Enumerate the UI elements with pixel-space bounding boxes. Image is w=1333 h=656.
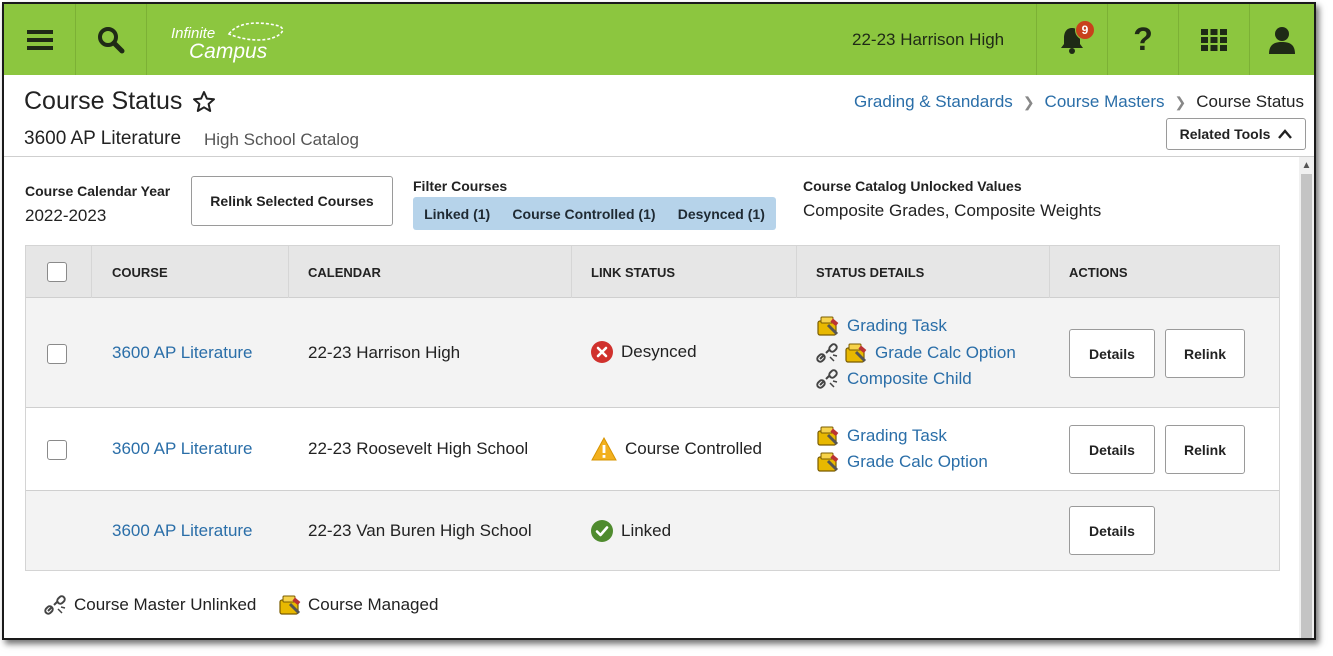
select-all-checkbox[interactable] <box>47 262 67 282</box>
logo-line2: Campus <box>189 40 268 63</box>
grade-calc-option-link[interactable]: Grade Calc Option <box>847 452 988 472</box>
table-row: 3600 AP Literature 22-23 Harrison High D… <box>26 298 1279 408</box>
legend-course-managed: Course Managed <box>278 594 438 616</box>
unlocked-values: Composite Grades, Composite Weights <box>803 201 1102 220</box>
filter-courses-label: Filter Courses <box>413 178 508 194</box>
user-icon <box>1269 26 1295 54</box>
breadcrumb-grading-standards[interactable]: Grading & Standards <box>854 92 1013 112</box>
scroll-up-arrow-icon[interactable]: ▲ <box>1301 160 1312 171</box>
calendar-year-value: 2022-2023 <box>25 206 107 225</box>
legend-managed-label: Course Managed <box>308 595 439 614</box>
hamburger-menu-icon <box>26 29 53 50</box>
broken-link-icon <box>816 343 838 363</box>
legend-unlinked-label: Course Master Unlinked <box>74 595 257 614</box>
catalog-name: High School Catalog <box>204 130 359 149</box>
details-button[interactable]: Details <box>1069 425 1155 474</box>
chevron-right-icon: ❯ <box>1022 93 1035 110</box>
top-navigation-bar: Infinite Campus 22-23 Harrison High 9 ? <box>4 4 1314 75</box>
grading-task-link[interactable]: Grading Task <box>847 316 947 336</box>
details-button[interactable]: Details <box>1069 506 1155 555</box>
unlocked-values-label: Course Catalog Unlocked Values <box>803 178 1022 194</box>
course-link[interactable]: 3600 AP Literature <box>112 521 253 541</box>
notification-count-badge: 9 <box>1075 20 1095 40</box>
status-detail-item: Grade Calc Option <box>816 342 1016 364</box>
user-account-button[interactable] <box>1250 4 1314 75</box>
status-detail-item: Grading Task <box>816 315 947 337</box>
grade-calc-option-link[interactable]: Grade Calc Option <box>875 343 1016 363</box>
app-window: Infinite Campus 22-23 Harrison High 9 ? <box>2 2 1316 640</box>
course-managed-icon <box>817 452 839 472</box>
course-managed-icon <box>817 426 839 446</box>
favorite-star-icon[interactable] <box>192 90 216 114</box>
chevron-up-icon <box>1278 129 1293 139</box>
table-header: COURSE CALENDAR LINK STATUS STATUS DETAI… <box>26 246 1279 298</box>
link-status-label: Linked <box>621 521 672 540</box>
filter-course-controlled[interactable]: Course Controlled (1) <box>512 206 655 222</box>
calendar-name: 22-23 Harrison High <box>308 343 461 362</box>
desynced-x-circle-icon <box>591 341 613 363</box>
course-managed-icon <box>845 343 867 363</box>
linked-check-circle-icon <box>591 520 613 542</box>
current-school[interactable]: 22-23 Harrison High <box>852 30 1004 50</box>
breadcrumb-course-masters[interactable]: Course Masters <box>1045 92 1165 112</box>
status-detail-item: Composite Child <box>816 368 972 390</box>
table-row: 3600 AP Literature 22-23 Van Buren High … <box>26 491 1279 570</box>
related-tools-label: Related Tools <box>1179 126 1271 142</box>
link-status: Course Controlled <box>591 437 762 461</box>
header-divider <box>4 156 1314 157</box>
link-status-label: Course Controlled <box>625 439 763 458</box>
relink-selected-courses-button[interactable]: Relink Selected Courses <box>191 176 393 226</box>
status-detail-item: Grading Task <box>816 425 947 447</box>
filter-courses-group: Linked (1) Course Controlled (1) Desynce… <box>413 197 776 230</box>
table-row: 3600 AP Literature 22-23 Roosevelt High … <box>26 408 1279 491</box>
search-icon <box>98 26 125 53</box>
row-checkbox[interactable] <box>47 440 67 460</box>
course-link[interactable]: 3600 AP Literature <box>112 439 253 459</box>
column-header-calendar[interactable]: CALENDAR <box>308 246 381 298</box>
app-switcher-button[interactable] <box>1179 4 1249 75</box>
help-icon: ? <box>1133 21 1153 57</box>
filter-linked[interactable]: Linked (1) <box>424 206 490 222</box>
column-header-actions: ACTIONS <box>1069 264 1128 280</box>
course-name: 3600 AP Literature <box>24 128 182 149</box>
scrollbar-thumb[interactable] <box>1301 174 1312 638</box>
notifications-button[interactable] <box>1037 4 1107 75</box>
calendar-name: 22-23 Van Buren High School <box>308 521 532 540</box>
link-status: Linked <box>591 520 671 542</box>
legend-course-master-unlinked: Course Master Unlinked <box>44 594 256 616</box>
breadcrumb-course-status: Course Status <box>1196 92 1304 111</box>
warning-triangle-icon <box>591 437 617 461</box>
calendar-year-label: Course Calendar Year <box>25 183 171 199</box>
row-checkbox[interactable] <box>47 344 67 364</box>
course-link[interactable]: 3600 AP Literature <box>112 343 253 363</box>
link-status-label: Desynced <box>621 342 697 361</box>
column-header-status-details[interactable]: STATUS DETAILS <box>816 246 924 298</box>
relink-button[interactable]: Relink <box>1165 329 1245 378</box>
breadcrumb: Grading & Standards ❯ Course Masters ❯ C… <box>854 92 1304 112</box>
broken-link-icon <box>816 369 838 389</box>
course-status-table: COURSE CALENDAR LINK STATUS STATUS DETAI… <box>25 245 1280 571</box>
calendar-name: 22-23 Roosevelt High School <box>308 439 529 458</box>
composite-child-link[interactable]: Composite Child <box>847 369 972 389</box>
menu-button[interactable] <box>4 4 75 75</box>
chevron-right-icon: ❯ <box>1174 93 1187 110</box>
column-header-link-status[interactable]: LINK STATUS <box>591 246 675 298</box>
course-managed-icon <box>817 316 839 336</box>
relink-button[interactable]: Relink <box>1165 425 1245 474</box>
details-button[interactable]: Details <box>1069 329 1155 378</box>
column-header-course[interactable]: COURSE <box>112 246 168 298</box>
help-button[interactable]: ? <box>1108 4 1178 75</box>
page-title: Course Status <box>24 87 183 115</box>
status-detail-item: Grade Calc Option <box>816 451 988 473</box>
filter-desynced[interactable]: Desynced (1) <box>678 206 765 222</box>
infinite-campus-logo: Infinite Campus <box>169 16 289 66</box>
grading-task-link[interactable]: Grading Task <box>847 426 947 446</box>
course-managed-icon <box>279 595 301 615</box>
grid-apps-icon <box>1201 28 1227 51</box>
related-tools-button[interactable]: Related Tools <box>1166 118 1306 150</box>
search-button[interactable] <box>76 4 146 75</box>
link-status: Desynced <box>591 341 697 363</box>
broken-link-icon <box>44 595 66 615</box>
